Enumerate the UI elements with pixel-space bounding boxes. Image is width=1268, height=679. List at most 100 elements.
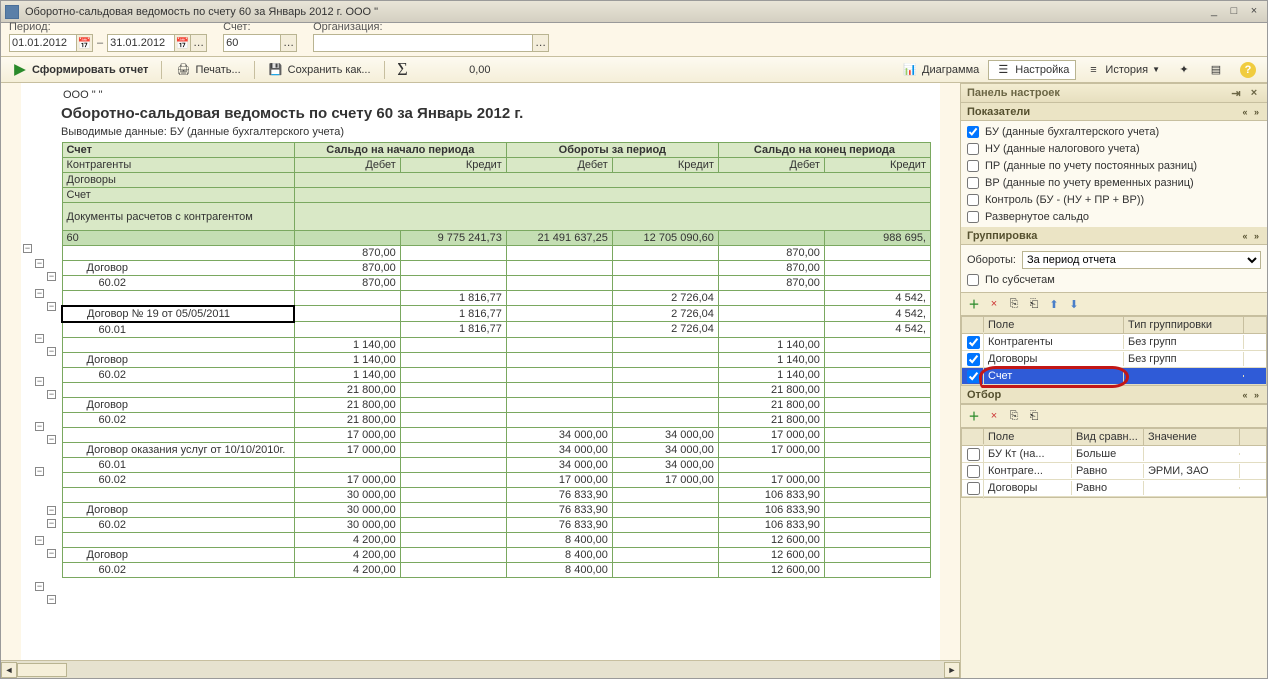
tree-toggle[interactable]: −: [47, 549, 56, 558]
filter-header[interactable]: Отбор« »: [961, 386, 1267, 404]
table-row[interactable]: Договор № 19 от 05/05/20111 816,772 726,…: [62, 306, 931, 322]
indicator-checkbox[interactable]: [967, 211, 979, 223]
filter-add-button[interactable]: ＋: [965, 407, 983, 425]
filter-row[interactable]: ДоговорыРавно: [962, 480, 1266, 497]
history-button[interactable]: ≡История▼: [1078, 60, 1167, 80]
indicator-checkbox[interactable]: [967, 194, 979, 206]
panel-close-button[interactable]: ×: [1247, 87, 1261, 100]
close-button[interactable]: ×: [1245, 4, 1263, 20]
period-choose-button[interactable]: …: [191, 34, 207, 52]
filter-checkbox[interactable]: [967, 482, 980, 495]
table-row[interactable]: 60.011 816,772 726,044 542,: [62, 322, 931, 338]
indicator-checkbox[interactable]: [967, 126, 979, 138]
filter-copy-button[interactable]: ⎘: [1005, 407, 1023, 425]
maximize-button[interactable]: □: [1225, 4, 1243, 20]
grouping-row[interactable]: ДоговорыБез групп: [962, 351, 1266, 368]
h-scrollbar[interactable]: ◄ ►: [1, 660, 960, 678]
tree-toggle[interactable]: −: [47, 390, 56, 399]
org-input[interactable]: [313, 34, 533, 52]
scroll-thumb[interactable]: [17, 663, 67, 677]
table-row[interactable]: 4 200,008 400,0012 600,00: [62, 532, 931, 547]
grouping-header[interactable]: Группировка« »: [961, 227, 1267, 245]
grouping-row[interactable]: КонтрагентыБез групп: [962, 334, 1266, 351]
table-row[interactable]: 870,00870,00: [62, 246, 931, 261]
grouping-row[interactable]: Счет: [962, 368, 1266, 385]
org-choose-button[interactable]: …: [533, 34, 549, 52]
account-choose-button[interactable]: …: [281, 34, 297, 52]
tree-toggle[interactable]: −: [47, 272, 56, 281]
table-row[interactable]: 21 800,0021 800,00: [62, 382, 931, 397]
indicator-checkbox[interactable]: [967, 160, 979, 172]
table-row[interactable]: Договор21 800,0021 800,00: [62, 397, 931, 412]
filter-checkbox[interactable]: [967, 465, 980, 478]
tree-toggle[interactable]: −: [35, 536, 44, 545]
tool-b-button[interactable]: ▤: [1201, 60, 1231, 80]
table-row[interactable]: 30 000,0076 833,90106 833,90: [62, 487, 931, 502]
table-row[interactable]: 60.02870,00870,00: [62, 276, 931, 291]
table-row[interactable]: 60.0221 800,0021 800,00: [62, 412, 931, 427]
report-area[interactable]: −−−−−−−−−−−−−−−−−−− ООО " " Оборотно-сал…: [1, 83, 960, 660]
minimize-button[interactable]: _: [1205, 4, 1223, 20]
tree-toggle[interactable]: −: [35, 422, 44, 431]
table-row[interactable]: 1 140,001 140,00: [62, 337, 931, 352]
table-row[interactable]: Договор30 000,0076 833,90106 833,90: [62, 502, 931, 517]
table-row[interactable]: 609 775 241,7321 491 637,2512 705 090,60…: [62, 231, 931, 246]
account-input[interactable]: [223, 34, 281, 52]
grouping-checkbox[interactable]: [967, 370, 980, 383]
indicator-checkbox[interactable]: [967, 177, 979, 189]
date-from-input[interactable]: [9, 34, 77, 52]
table-row[interactable]: 60.0217 000,0017 000,0017 000,0017 000,0…: [62, 472, 931, 487]
print-button[interactable]: 🖨Печать...: [168, 60, 247, 80]
save-as-button[interactable]: 💾Сохранить как...: [261, 60, 378, 80]
filter-row[interactable]: Контраге...РавноЭРМИ, ЗАО: [962, 463, 1266, 480]
indicator-checkbox[interactable]: [967, 143, 979, 155]
filter-row[interactable]: БУ Кт (на...Больше: [962, 446, 1266, 463]
table-row[interactable]: 17 000,0034 000,0034 000,0017 000,00: [62, 427, 931, 442]
tree-toggle[interactable]: −: [35, 582, 44, 591]
table-row[interactable]: 60.024 200,008 400,0012 600,00: [62, 562, 931, 577]
help-button[interactable]: ?: [1233, 60, 1263, 80]
table-row[interactable]: 1 816,772 726,044 542,: [62, 291, 931, 306]
scroll-left-button[interactable]: ◄: [1, 662, 17, 678]
tree-toggle[interactable]: −: [35, 259, 44, 268]
tree-toggle[interactable]: −: [47, 595, 56, 604]
tree-toggle[interactable]: −: [47, 347, 56, 356]
paste-button[interactable]: ⎗: [1025, 295, 1043, 313]
form-report-button[interactable]: Сформировать отчет: [5, 60, 155, 80]
turnover-select[interactable]: За период отчета: [1022, 251, 1261, 269]
scroll-right-button[interactable]: ►: [944, 662, 960, 678]
tree-toggle[interactable]: −: [35, 467, 44, 476]
tree-toggle[interactable]: −: [35, 289, 44, 298]
date-from-picker[interactable]: 📅: [77, 34, 93, 52]
tree-toggle[interactable]: −: [47, 519, 56, 528]
tool-a-button[interactable]: ✦: [1169, 60, 1199, 80]
diagram-button[interactable]: 📊Диаграмма: [895, 60, 986, 80]
date-to-picker[interactable]: 📅: [175, 34, 191, 52]
table-row[interactable]: 60.0230 000,0076 833,90106 833,90: [62, 517, 931, 532]
move-up-button[interactable]: ⬆: [1045, 295, 1063, 313]
tree-toggle[interactable]: −: [47, 302, 56, 311]
delete-row-button[interactable]: ×: [985, 295, 1003, 313]
settings-button[interactable]: ☰Настройка: [988, 60, 1076, 80]
table-row[interactable]: 60.0134 000,0034 000,00: [62, 457, 931, 472]
tree-toggle[interactable]: −: [35, 334, 44, 343]
move-down-button[interactable]: ⬇: [1065, 295, 1083, 313]
tree-toggle[interactable]: −: [47, 506, 56, 515]
table-row[interactable]: Договор4 200,008 400,0012 600,00: [62, 547, 931, 562]
copy-button[interactable]: ⎘: [1005, 295, 1023, 313]
table-row[interactable]: Договор1 140,001 140,00: [62, 352, 931, 367]
add-row-button[interactable]: ＋: [965, 295, 983, 313]
indicators-header[interactable]: Показатели« »: [961, 103, 1267, 121]
date-to-input[interactable]: [107, 34, 175, 52]
table-row[interactable]: Договор870,00870,00: [62, 261, 931, 276]
filter-delete-button[interactable]: ×: [985, 407, 1003, 425]
table-row[interactable]: Договор оказания услуг от 10/10/2010г.17…: [62, 442, 931, 457]
filter-paste-button[interactable]: ⎗: [1025, 407, 1043, 425]
tree-toggle[interactable]: −: [35, 377, 44, 386]
tree-toggle[interactable]: −: [47, 435, 56, 444]
grouping-checkbox[interactable]: [967, 353, 980, 366]
filter-checkbox[interactable]: [967, 448, 980, 461]
subaccounts-checkbox[interactable]: [967, 274, 979, 286]
panel-pin-button[interactable]: ⇥: [1229, 87, 1243, 100]
grouping-checkbox[interactable]: [967, 336, 980, 349]
